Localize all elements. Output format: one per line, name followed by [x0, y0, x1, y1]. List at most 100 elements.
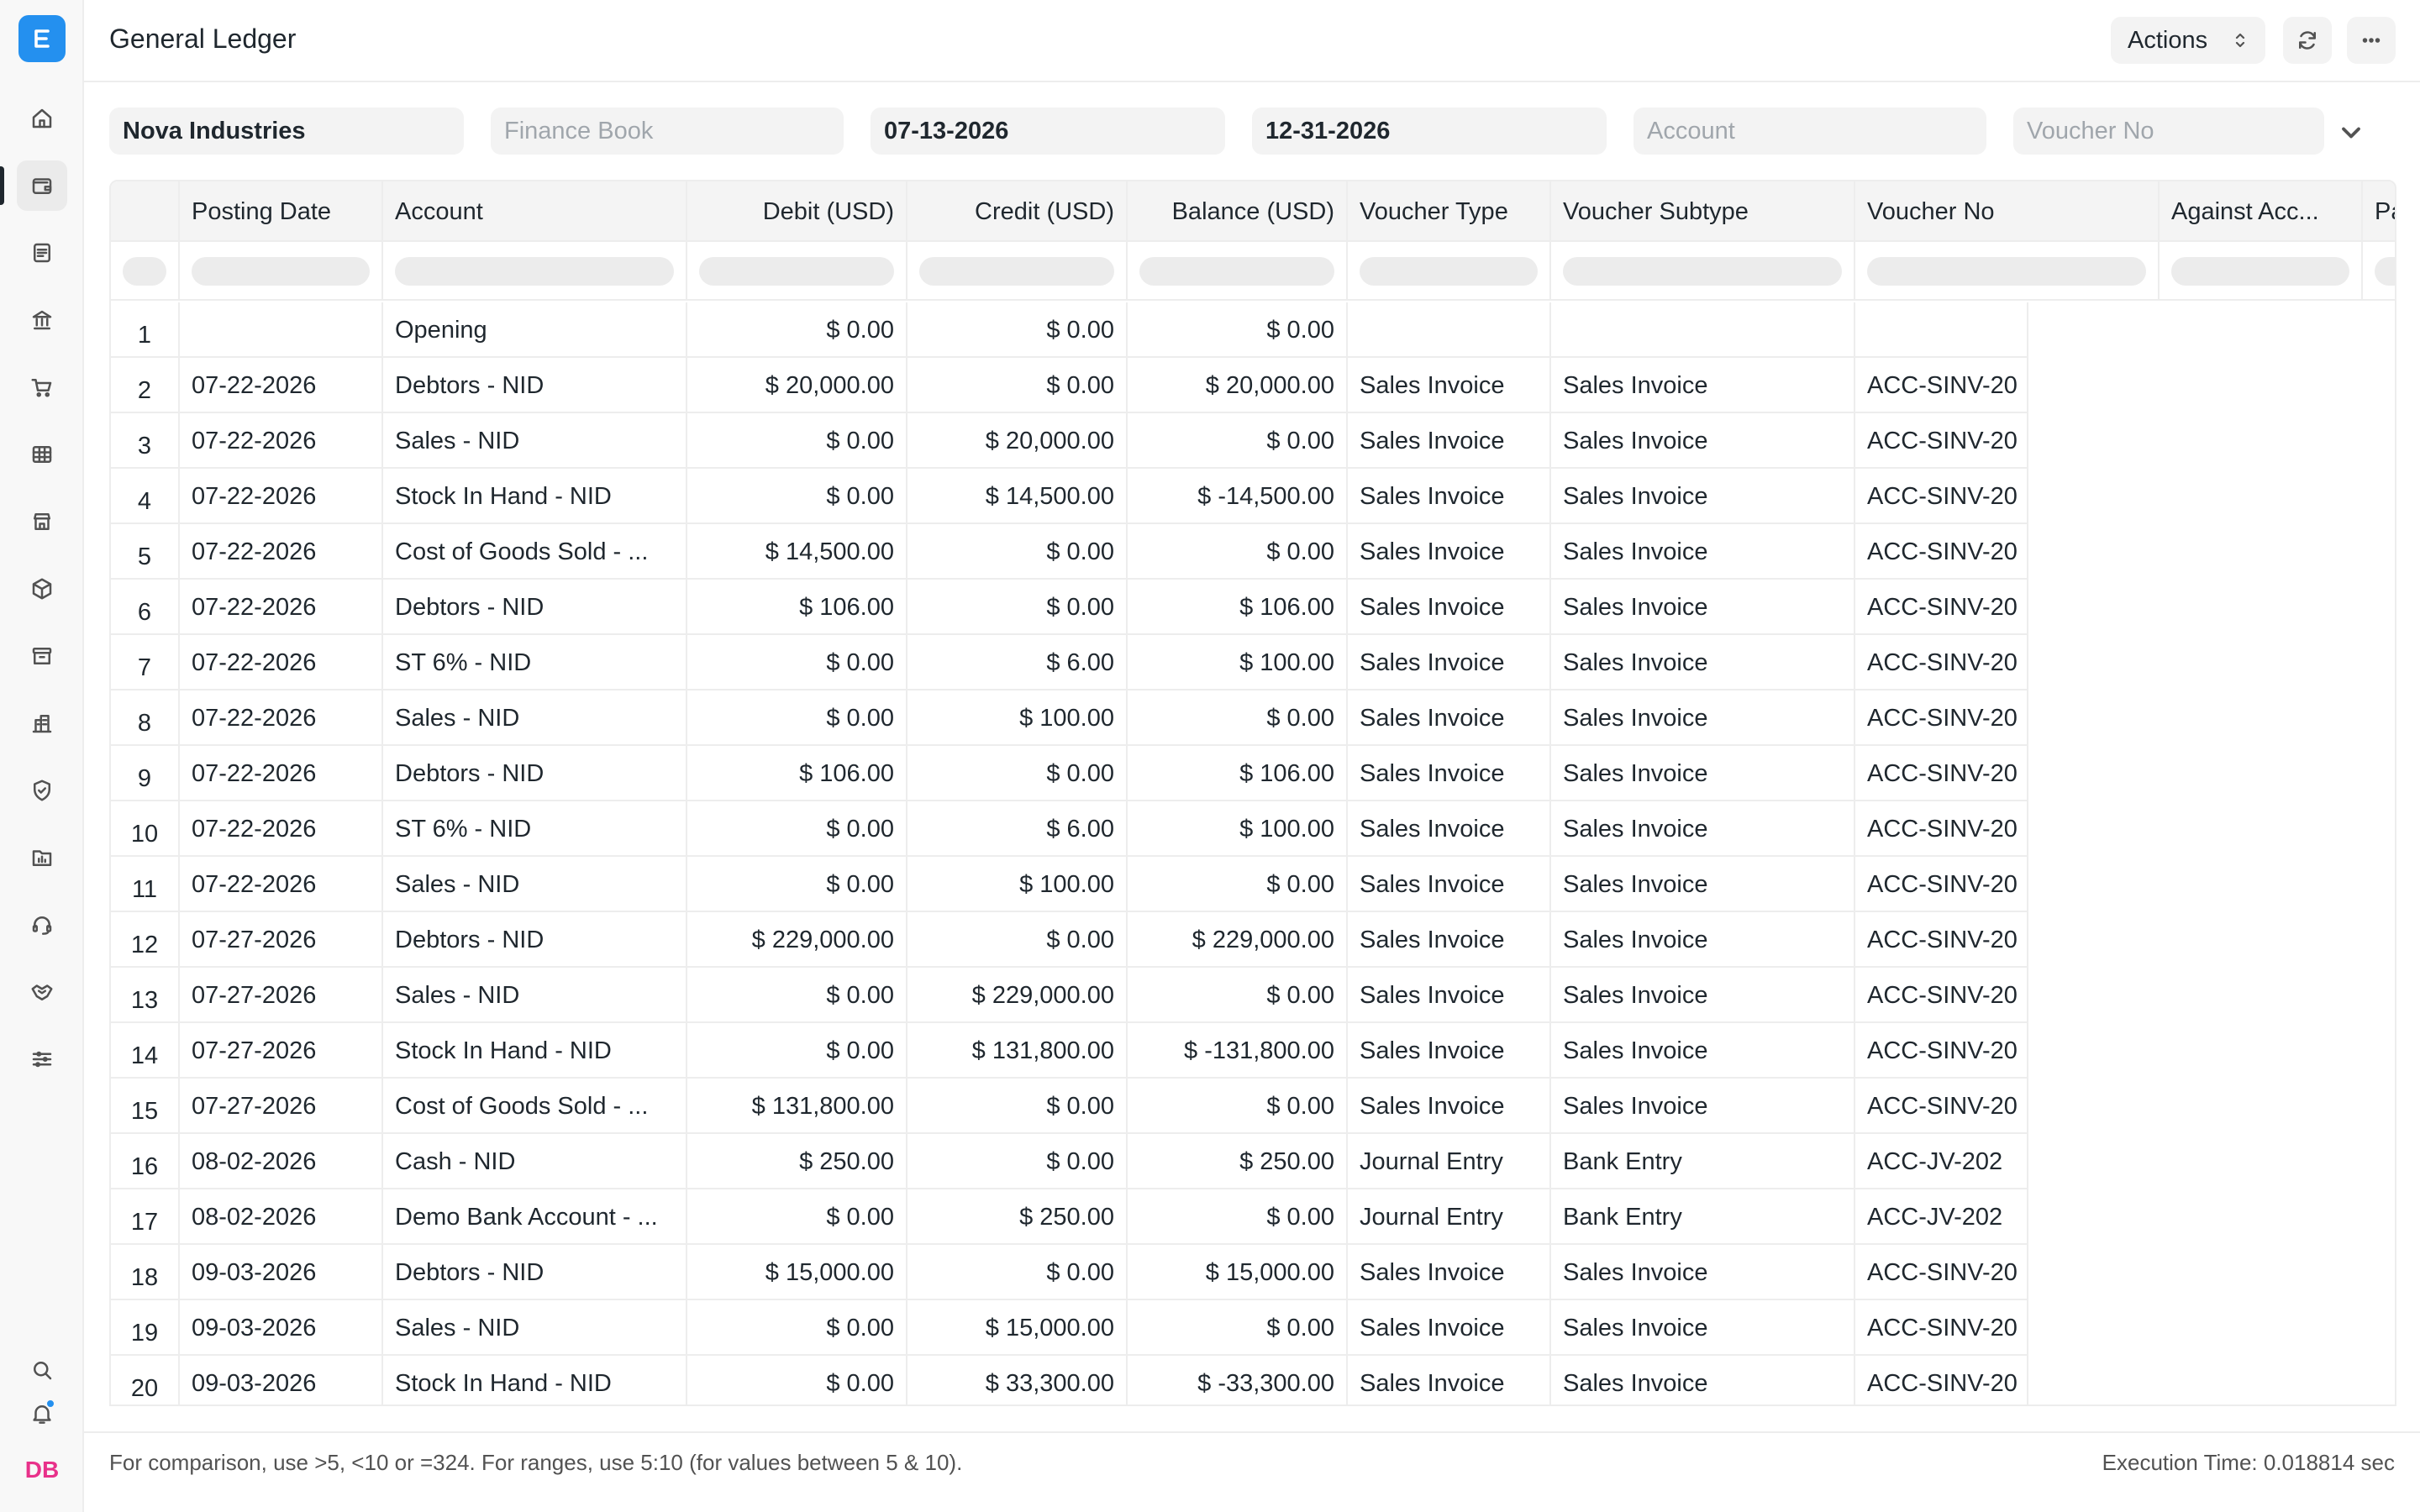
posting-date-cell[interactable]: 07-22-2026 [180, 857, 383, 912]
column-header-voucher-no[interactable]: Voucher No [1855, 181, 2160, 242]
balance-cell[interactable]: $ -131,800.00 [1128, 1023, 1348, 1079]
credit-cell[interactable]: $ 20,000.00 [908, 413, 1128, 469]
voucher-subtype-cell[interactable]: Sales Invoice [1551, 1356, 1855, 1404]
posting-date-cell[interactable]: 09-03-2026 [180, 1356, 383, 1404]
posting-date-cell[interactable]: 07-22-2026 [180, 413, 383, 469]
voucher-type-cell[interactable] [1348, 302, 1551, 358]
table-row[interactable]: 2 07-22-2026 Debtors - NID $ 20,000.00 $ 0.0… [111, 358, 2395, 413]
column-filter-voucher-no[interactable] [1855, 242, 2160, 301]
voucher-type-cell[interactable]: Sales Invoice [1348, 1300, 1551, 1356]
balance-cell[interactable]: $ 0.00 [1128, 968, 1348, 1023]
credit-cell[interactable]: $ 15,000.00 [908, 1300, 1128, 1356]
posting-date-cell[interactable]: 07-22-2026 [180, 358, 383, 413]
posting-date-cell[interactable]: 08-02-2026 [180, 1134, 383, 1189]
posting-date-cell[interactable]: 07-22-2026 [180, 524, 383, 580]
account-cell[interactable]: Stock In Hand - NID [383, 1023, 687, 1079]
voucher-subtype-cell[interactable]: Sales Invoice [1551, 746, 1855, 801]
voucher-type-cell[interactable]: Sales Invoice [1348, 635, 1551, 690]
debit-cell[interactable]: $ 0.00 [687, 801, 908, 857]
voucher-type-cell[interactable]: Sales Invoice [1348, 1356, 1551, 1404]
table-row[interactable]: 3 07-22-2026 Sales - NID $ 0.00 $ 20,000.00 $… [111, 413, 2395, 469]
column-filter-credit[interactable] [908, 242, 1128, 301]
balance-cell[interactable]: $ 15,000.00 [1128, 1245, 1348, 1300]
voucher-type-cell[interactable]: Sales Invoice [1348, 358, 1551, 413]
balance-cell[interactable]: $ 106.00 [1128, 580, 1348, 635]
table-row[interactable]: 9 07-22-2026 Debtors - NID $ 106.00 $ 0.00 $ … [111, 746, 2395, 801]
debit-cell[interactable]: $ 0.00 [687, 1189, 908, 1245]
voucher-type-cell[interactable]: Journal Entry [1348, 1134, 1551, 1189]
column-header-voucher-type[interactable]: Voucher Type [1348, 181, 1551, 242]
account-cell[interactable]: Sales - NID [383, 1300, 687, 1356]
voucher-type-cell[interactable]: Sales Invoice [1348, 968, 1551, 1023]
credit-cell[interactable]: $ 229,000.00 [908, 968, 1128, 1023]
column-header-balance[interactable]: Balance (USD) [1128, 181, 1348, 242]
more-filters-toggle[interactable] [2336, 118, 2366, 148]
posting-date-cell[interactable]: 07-22-2026 [180, 469, 383, 524]
table-row[interactable]: 5 07-22-2026 Cost of Goods Sold - ... $ 14,… [111, 524, 2395, 580]
sliders-icon[interactable] [17, 1034, 67, 1084]
posting-date-cell[interactable]: 07-22-2026 [180, 580, 383, 635]
headset-icon[interactable] [17, 900, 67, 950]
building-icon[interactable] [17, 698, 67, 748]
voucher-type-cell[interactable]: Journal Entry [1348, 1189, 1551, 1245]
voucher-no-cell[interactable]: ACC-SINV-20 [1855, 1300, 2028, 1356]
voucher-no-cell[interactable]: ACC-JV-202 [1855, 1189, 2028, 1245]
balance-cell[interactable]: $ 0.00 [1128, 524, 1348, 580]
voucher-subtype-cell[interactable]: Sales Invoice [1551, 469, 1855, 524]
balance-cell[interactable]: $ 229,000.00 [1128, 912, 1348, 968]
voucher-type-cell[interactable]: Sales Invoice [1348, 857, 1551, 912]
posting-date-cell[interactable]: 07-22-2026 [180, 746, 383, 801]
account-cell[interactable]: Demo Bank Account - ... [383, 1189, 687, 1245]
voucher-subtype-cell[interactable] [1551, 302, 1855, 358]
account-cell[interactable]: Sales - NID [383, 413, 687, 469]
voucher-type-cell[interactable]: Sales Invoice [1348, 690, 1551, 746]
credit-cell[interactable]: $ 0.00 [908, 912, 1128, 968]
company-filter[interactable]: Nova Industries [109, 108, 464, 155]
voucher-type-cell[interactable]: Sales Invoice [1348, 413, 1551, 469]
from-date-filter[interactable]: 07-13-2026 [871, 108, 1225, 155]
package-icon[interactable] [17, 564, 67, 614]
balance-cell[interactable]: $ 100.00 [1128, 635, 1348, 690]
column-header-against-account[interactable]: Against Acc... [2160, 181, 2363, 242]
to-date-filter[interactable]: 12-31-2026 [1252, 108, 1607, 155]
voucher-no-cell[interactable]: ACC-SINV-20 [1855, 1356, 2028, 1404]
voucher-subtype-cell[interactable]: Sales Invoice [1551, 1023, 1855, 1079]
voucher-no-cell[interactable]: ACC-SINV-20 [1855, 690, 2028, 746]
credit-cell[interactable]: $ 131,800.00 [908, 1023, 1128, 1079]
table-row[interactable]: 20 09-03-2026 Stock In Hand - NID $ 0.00 $ 3… [111, 1356, 2395, 1404]
debit-cell[interactable]: $ 0.00 [687, 968, 908, 1023]
voucher-subtype-cell[interactable]: Sales Invoice [1551, 1300, 1855, 1356]
account-cell[interactable]: Stock In Hand - NID [383, 469, 687, 524]
voucher-subtype-cell[interactable]: Bank Entry [1551, 1134, 1855, 1189]
debit-cell[interactable]: $ 106.00 [687, 580, 908, 635]
table-row[interactable]: 11 07-22-2026 Sales - NID $ 0.00 $ 100.00 $ 0… [111, 857, 2395, 912]
posting-date-cell[interactable]: 08-02-2026 [180, 1189, 383, 1245]
table-row[interactable]: 12 07-27-2026 Debtors - NID $ 229,000.00 $ 0… [111, 912, 2395, 968]
debit-cell[interactable]: $ 250.00 [687, 1134, 908, 1189]
credit-cell[interactable]: $ 0.00 [908, 358, 1128, 413]
debit-cell[interactable]: $ 0.00 [687, 302, 908, 358]
voucher-type-cell[interactable]: Sales Invoice [1348, 801, 1551, 857]
debit-cell[interactable]: $ 0.00 [687, 635, 908, 690]
balance-cell[interactable]: $ 0.00 [1128, 857, 1348, 912]
column-header-debit[interactable]: Debit (USD) [687, 181, 908, 242]
voucher-subtype-cell[interactable]: Sales Invoice [1551, 968, 1855, 1023]
voucher-subtype-cell[interactable]: Sales Invoice [1551, 358, 1855, 413]
credit-cell[interactable]: $ 0.00 [908, 1134, 1128, 1189]
account-cell[interactable]: Debtors - NID [383, 358, 687, 413]
balance-cell[interactable]: $ 0.00 [1128, 1300, 1348, 1356]
voucher-subtype-cell[interactable]: Sales Invoice [1551, 1245, 1855, 1300]
account-cell[interactable]: ST 6% - NID [383, 801, 687, 857]
voucher-no-cell[interactable]: ACC-SINV-20 [1855, 413, 2028, 469]
credit-cell[interactable]: $ 14,500.00 [908, 469, 1128, 524]
account-cell[interactable]: Debtors - NID [383, 746, 687, 801]
table-row[interactable]: 1 Opening $ 0.00 $ 0.00 $ 0.00 [111, 302, 2395, 358]
account-cell[interactable]: Cash - NID [383, 1134, 687, 1189]
table-row[interactable]: 17 08-02-2026 Demo Bank Account - ... $ 0.0… [111, 1189, 2395, 1245]
wallet-icon[interactable] [17, 160, 67, 211]
posting-date-cell[interactable]: 09-03-2026 [180, 1245, 383, 1300]
debit-cell[interactable]: $ 20,000.00 [687, 358, 908, 413]
account-cell[interactable]: ST 6% - NID [383, 635, 687, 690]
account-cell[interactable]: Sales - NID [383, 690, 687, 746]
voucher-no-cell[interactable] [1855, 302, 2028, 358]
